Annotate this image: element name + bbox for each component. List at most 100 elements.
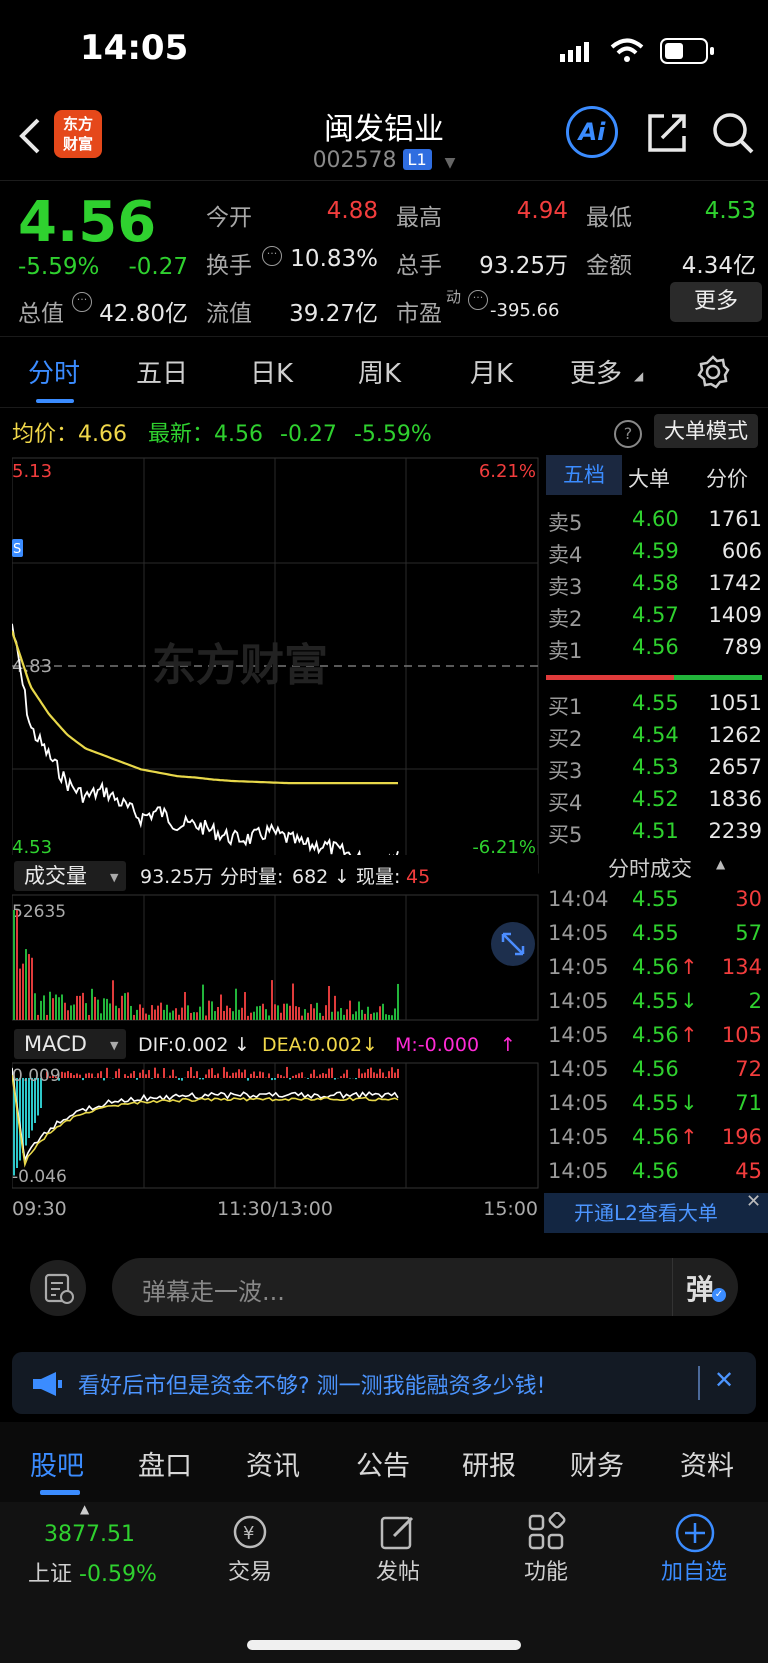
close-icon[interactable]: ✕ bbox=[746, 1191, 761, 1212]
ai-button[interactable]: Ai bbox=[566, 106, 618, 158]
tick-vol: 57 bbox=[735, 921, 762, 945]
turnover-label: 换手 bbox=[206, 253, 252, 279]
bid-row[interactable]: 买1 4.55 1051 bbox=[544, 691, 764, 723]
macd-bar bbox=[313, 1069, 315, 1078]
volume-bar bbox=[229, 1007, 231, 1020]
apps-icon[interactable] bbox=[526, 1512, 566, 1552]
bid-vol: 2239 bbox=[708, 819, 762, 843]
tick-time: 14:04 bbox=[548, 887, 609, 911]
add-watchlist-button[interactable]: 加自选 bbox=[644, 1554, 744, 1586]
tick-time: 14:05 bbox=[548, 1159, 609, 1183]
ticks-collapse-icon[interactable]: ▲ bbox=[716, 857, 725, 871]
danmu-input[interactable]: 弹幕走一波... 弹 ✓ bbox=[112, 1258, 738, 1316]
intraday-chart[interactable]: 东方财富 5.13 4.83 4.53 6.21% -6.21% S 成交量 ▼… bbox=[12, 455, 542, 1235]
big-order-mode-button[interactable]: 大单模式 bbox=[654, 414, 758, 448]
volume-bar bbox=[265, 1009, 267, 1020]
ask-row[interactable]: 卖3 4.58 1742 bbox=[544, 571, 764, 603]
macd-bar bbox=[322, 1072, 324, 1078]
macd-bar bbox=[301, 1072, 303, 1078]
danmu-toggle-button[interactable] bbox=[30, 1260, 86, 1316]
volume-bar bbox=[49, 991, 51, 1020]
open-label: 今开 bbox=[206, 205, 252, 231]
macd-bar bbox=[310, 1073, 312, 1078]
volume-dropdown-icon: ▼ bbox=[110, 871, 119, 884]
volume-bar bbox=[331, 1011, 333, 1020]
ask-row[interactable]: 卖4 4.59 606 bbox=[544, 539, 764, 571]
index-expand-icon[interactable]: ▲ bbox=[80, 1502, 89, 1516]
tab-announcements[interactable]: 公告 bbox=[356, 1444, 410, 1483]
trade-button[interactable]: 交易 bbox=[200, 1554, 300, 1586]
post-button[interactable]: 发帖 bbox=[348, 1554, 448, 1586]
more-button[interactable]: 更多 bbox=[670, 282, 762, 322]
tick-row: 14:05 4.56 ↑ 134 bbox=[544, 955, 764, 989]
volume-bar bbox=[304, 1009, 306, 1020]
index-ticker[interactable]: 上证 -0.59% bbox=[28, 1556, 157, 1588]
trade-icon[interactable]: ¥ bbox=[228, 1512, 272, 1552]
float-cap-value: 39.27亿 bbox=[289, 301, 378, 327]
megaphone-icon bbox=[33, 1372, 62, 1396]
volume-bar bbox=[73, 1004, 75, 1020]
bid-vol: 1836 bbox=[708, 787, 762, 811]
macd-bar bbox=[298, 1073, 300, 1078]
tab-five-day[interactable]: 五日 bbox=[136, 353, 188, 390]
tab-more[interactable]: 更多 bbox=[570, 353, 622, 390]
info-icon[interactable]: ··· bbox=[262, 246, 282, 266]
bid-row[interactable]: 买4 4.52 1836 bbox=[544, 787, 764, 819]
danmu-send-button[interactable]: 弹 bbox=[686, 1268, 714, 1308]
bid-price: 4.52 bbox=[632, 787, 679, 811]
index-value[interactable]: 3877.51 bbox=[44, 1522, 135, 1547]
tick-time: 14:05 bbox=[548, 1125, 609, 1149]
tab-daily-k[interactable]: 日K bbox=[250, 353, 293, 390]
bid-vol: 1262 bbox=[708, 723, 762, 747]
macd-bar bbox=[130, 1073, 132, 1078]
ask-row[interactable]: 卖1 4.56 789 bbox=[544, 635, 764, 667]
tick-vol: 105 bbox=[721, 1023, 762, 1047]
macd-bar bbox=[190, 1067, 192, 1078]
share-icon[interactable] bbox=[646, 112, 688, 154]
tab-pankou[interactable]: 盘口 bbox=[138, 1444, 192, 1483]
dropdown-icon[interactable]: ▼ bbox=[445, 155, 456, 171]
ticks-title[interactable]: 分时成交 bbox=[608, 853, 692, 883]
bid-row[interactable]: 买5 4.51 2239 bbox=[544, 819, 764, 851]
volume-bar bbox=[322, 1015, 324, 1020]
bid-row[interactable]: 买2 4.54 1262 bbox=[544, 723, 764, 755]
ask-row[interactable]: 卖2 4.57 1409 bbox=[544, 603, 764, 635]
info-icon[interactable]: ··· bbox=[72, 292, 92, 312]
add-circle-icon[interactable] bbox=[674, 1512, 716, 1554]
tab-profile[interactable]: 资料 bbox=[680, 1444, 734, 1483]
volume-bar bbox=[85, 1003, 87, 1020]
ask-row[interactable]: 卖5 4.60 1761 bbox=[544, 507, 764, 539]
l2-banner[interactable]: 开通L2查看大单 bbox=[544, 1193, 768, 1233]
macd-bar bbox=[292, 1075, 294, 1078]
x-mid-label: 11:30/13:00 bbox=[217, 1198, 333, 1220]
help-icon[interactable]: ? bbox=[614, 420, 642, 448]
home-indicator bbox=[247, 1640, 521, 1650]
macd-bar bbox=[61, 1071, 63, 1078]
tab-research[interactable]: 研报 bbox=[462, 1444, 516, 1483]
bid-row[interactable]: 买3 4.53 2657 bbox=[544, 755, 764, 787]
macd-bar bbox=[136, 1078, 138, 1080]
volume-bar bbox=[178, 1014, 180, 1020]
tab-monthly-k[interactable]: 月K bbox=[470, 353, 513, 390]
tab-big-order[interactable]: 大单 bbox=[628, 463, 670, 493]
volume-bar bbox=[349, 1000, 351, 1020]
edit-icon[interactable] bbox=[378, 1512, 418, 1552]
info-icon[interactable]: ··· bbox=[468, 290, 488, 310]
volume-bar bbox=[40, 1000, 42, 1020]
settings-icon[interactable] bbox=[696, 355, 730, 389]
promo-banner[interactable]: 看好后市但是资金不够? 测一测我能融资多少钱! ✕ bbox=[12, 1352, 756, 1414]
tab-weekly-k[interactable]: 周K bbox=[358, 353, 401, 390]
tab-news[interactable]: 资讯 bbox=[246, 1444, 300, 1483]
close-icon[interactable]: ✕ bbox=[714, 1366, 734, 1394]
macd-bars bbox=[13, 1066, 399, 1176]
tab-intraday[interactable]: 分时 bbox=[28, 353, 80, 390]
tab-price-dist[interactable]: 分价 bbox=[706, 463, 748, 493]
search-icon[interactable] bbox=[712, 112, 756, 156]
volume-bar bbox=[208, 1000, 210, 1020]
tab-finance[interactable]: 财务 bbox=[570, 1444, 624, 1483]
tab-five-level[interactable]: 五档 bbox=[546, 455, 622, 495]
function-button[interactable]: 功能 bbox=[496, 1554, 596, 1586]
macd-bar bbox=[223, 1067, 225, 1078]
tab-guba[interactable]: 股吧 bbox=[30, 1444, 84, 1483]
volume-bar bbox=[157, 1005, 159, 1020]
